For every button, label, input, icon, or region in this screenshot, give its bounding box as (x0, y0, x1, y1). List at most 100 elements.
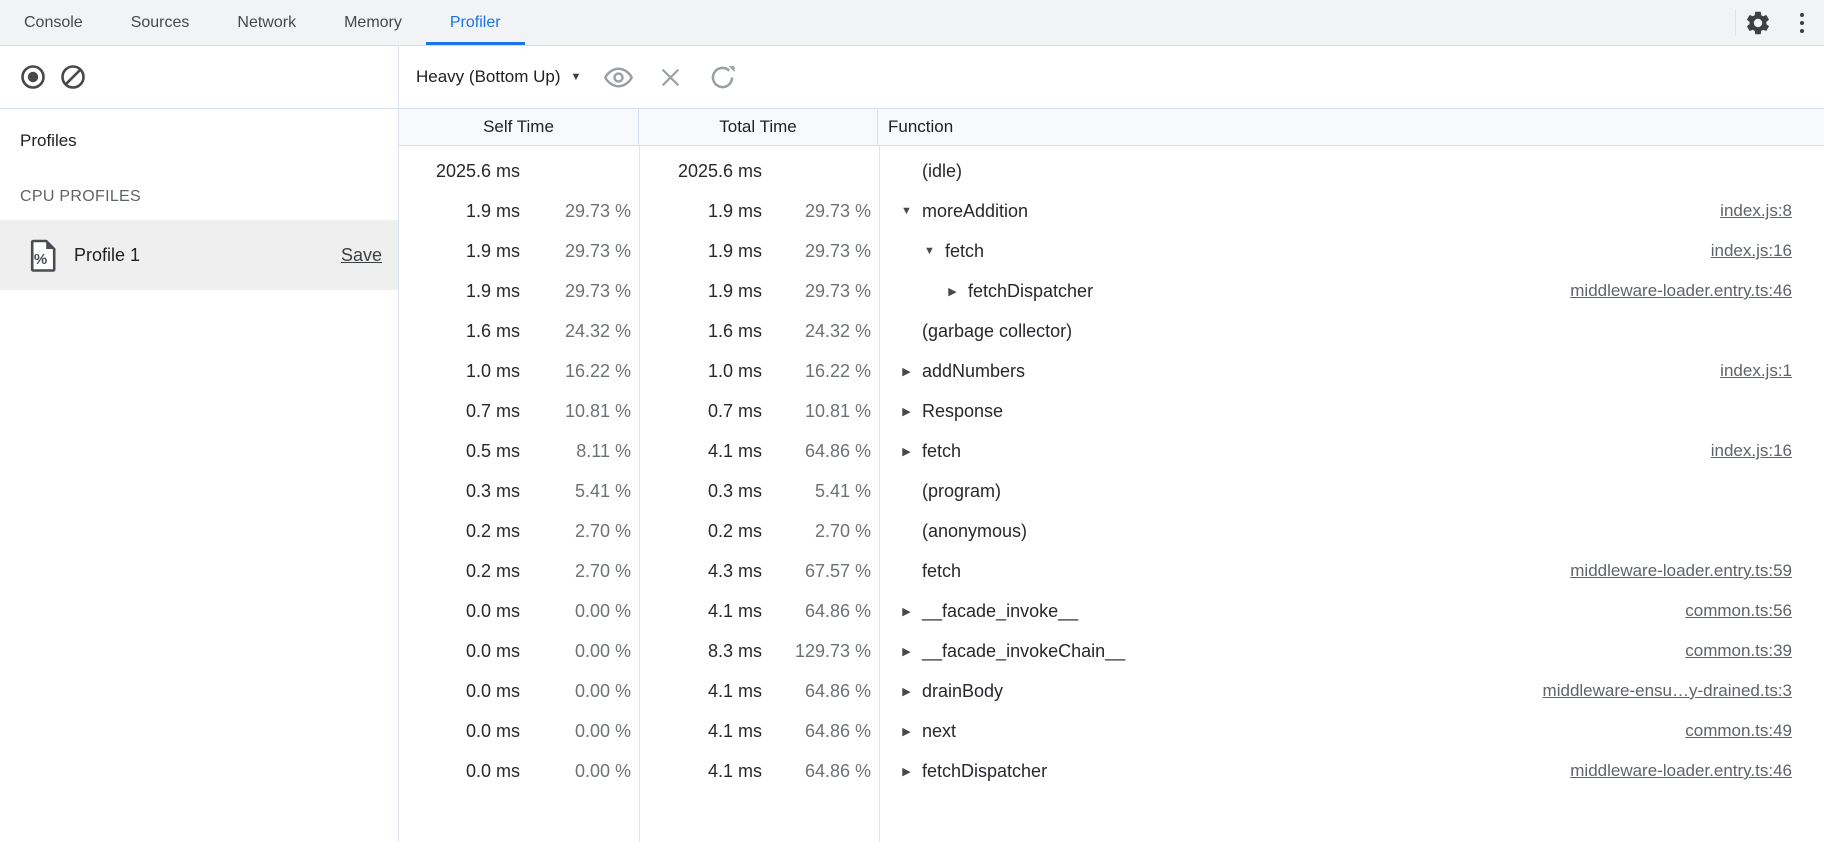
disclosure-triangle-icon[interactable]: ▶ (946, 285, 959, 298)
total-time-percent: 64.86 % (762, 721, 871, 742)
self-time-cell: 2025.6 ms (399, 161, 640, 182)
tab-profiler[interactable]: Profiler (426, 0, 525, 45)
function-cell: ▶ next (880, 721, 1824, 742)
profile-view-select[interactable]: Heavy (Bottom Up) ▼ (416, 67, 581, 87)
total-time-percent: 64.86 % (762, 761, 871, 782)
tab-console[interactable]: Console (0, 0, 107, 45)
total-time-percent: 5.41 % (762, 481, 871, 502)
self-time-percent: 16.22 % (520, 361, 631, 382)
function-cell: ▶ __facade_invokeChain__ (880, 641, 1824, 662)
function-name: fetchDispatcher (922, 761, 1047, 782)
table-row[interactable]: 0.5 ms 8.11 % 4.1 ms 64.86 % ▶ fetch ind… (399, 431, 1824, 471)
table-row[interactable]: 2025.6 ms 2025.6 ms ▶ (idle) (399, 151, 1824, 191)
self-time-value: 2025.6 ms (399, 161, 520, 182)
self-time-value: 1.6 ms (399, 321, 520, 342)
self-time-cell: 0.0 ms 0.00 % (399, 641, 640, 662)
save-profile-link[interactable]: Save (341, 245, 382, 266)
record-button[interactable] (18, 62, 48, 92)
table-row[interactable]: 0.3 ms 5.41 % 0.3 ms 5.41 % ▶ (program) (399, 471, 1824, 511)
exclude-selected-button[interactable] (655, 62, 685, 92)
focus-selected-button[interactable] (603, 62, 633, 92)
table-row[interactable]: 0.2 ms 2.70 % 0.2 ms 2.70 % ▶ (anonymous… (399, 511, 1824, 551)
table-row[interactable]: 1.9 ms 29.73 % 1.9 ms 29.73 % ▼ fetch in… (399, 231, 1824, 271)
source-link[interactable]: middleware-loader.entry.ts:46 (1570, 281, 1792, 301)
table-row[interactable]: 0.7 ms 10.81 % 0.7 ms 10.81 % ▶ Response (399, 391, 1824, 431)
total-time-value: 4.1 ms (640, 441, 762, 462)
profiles-sidebar: Profiles CPU PROFILES % Profile 1 Save (0, 109, 399, 842)
column-header-function[interactable]: Function (878, 109, 1824, 145)
function-name: (garbage collector) (922, 321, 1072, 342)
self-time-percent: 24.32 % (520, 321, 631, 342)
tab-sources[interactable]: Sources (107, 0, 214, 45)
grid-header: Self Time Total Time Function (399, 109, 1824, 146)
table-row[interactable]: 0.0 ms 0.00 % 8.3 ms 129.73 % ▶ __facade… (399, 631, 1824, 671)
table-row[interactable]: 0.0 ms 0.00 % 4.1 ms 64.86 % ▶ next comm… (399, 711, 1824, 751)
total-time-percent: 16.22 % (762, 361, 871, 382)
function-name: fetch (922, 441, 961, 462)
sidebar-item-profile-1[interactable]: % Profile 1 Save (0, 220, 398, 290)
total-time-value: 4.1 ms (640, 721, 762, 742)
function-name: __facade_invoke__ (922, 601, 1078, 622)
kebab-menu-icon (1800, 13, 1804, 33)
source-link[interactable]: middleware-loader.entry.ts:59 (1570, 561, 1792, 581)
source-link[interactable]: common.ts:56 (1685, 601, 1792, 621)
column-header-total-time[interactable]: Total Time (639, 109, 878, 145)
self-time-cell: 0.0 ms 0.00 % (399, 721, 640, 742)
disclosure-triangle-icon[interactable]: ▶ (900, 445, 913, 458)
function-name: next (922, 721, 956, 742)
total-time-percent: 67.57 % (762, 561, 871, 582)
source-link[interactable]: middleware-ensu…y-drained.ts:3 (1543, 681, 1792, 701)
disclosure-triangle-icon[interactable]: ▶ (900, 405, 913, 418)
tab-memory[interactable]: Memory (320, 0, 426, 45)
function-name: (anonymous) (922, 521, 1027, 542)
restore-all-button[interactable] (707, 62, 737, 92)
source-link[interactable]: common.ts:49 (1685, 721, 1792, 741)
disclosure-triangle-icon[interactable]: ▶ (900, 725, 913, 738)
table-row[interactable]: 1.0 ms 16.22 % 1.0 ms 16.22 % ▶ addNumbe… (399, 351, 1824, 391)
table-row[interactable]: 0.0 ms 0.00 % 4.1 ms 64.86 % ▶ fetchDisp… (399, 751, 1824, 791)
disclosure-triangle-icon[interactable]: ▼ (923, 245, 936, 257)
source-link[interactable]: index.js:1 (1720, 361, 1792, 381)
function-name: __facade_invokeChain__ (922, 641, 1125, 662)
disclosure-triangle-icon[interactable]: ▶ (900, 685, 913, 698)
disclosure-triangle-icon[interactable]: ▼ (900, 205, 913, 217)
settings-button[interactable] (1736, 0, 1780, 45)
source-link[interactable]: index.js:16 (1711, 241, 1792, 261)
table-row[interactable]: 1.9 ms 29.73 % 1.9 ms 29.73 % ▶ fetchDis… (399, 271, 1824, 311)
self-time-value: 0.5 ms (399, 441, 520, 462)
cpu-profiles-section-label: CPU PROFILES (20, 187, 398, 207)
table-row[interactable]: 0.0 ms 0.00 % 4.1 ms 64.86 % ▶ __facade_… (399, 591, 1824, 631)
function-cell: ▶ fetch (880, 441, 1824, 462)
disclosure-triangle-icon[interactable]: ▶ (900, 645, 913, 658)
profile-data-grid: Self Time Total Time Function 2025.6 ms … (399, 109, 1824, 842)
disclosure-triangle-icon[interactable]: ▶ (900, 365, 913, 378)
clear-button[interactable] (58, 62, 88, 92)
refresh-icon (708, 63, 737, 92)
self-time-cell: 0.2 ms 2.70 % (399, 561, 640, 582)
table-row[interactable]: 1.9 ms 29.73 % 1.9 ms 29.73 % ▼ moreAddi… (399, 191, 1824, 231)
more-options-button[interactable] (1780, 0, 1824, 45)
tab-network[interactable]: Network (213, 0, 320, 45)
total-time-value: 0.3 ms (640, 481, 762, 502)
self-time-value: 1.9 ms (399, 201, 520, 222)
disclosure-triangle-icon[interactable]: ▶ (900, 605, 913, 618)
total-time-percent: 64.86 % (762, 601, 871, 622)
total-time-percent: 64.86 % (762, 441, 871, 462)
gear-icon (1744, 9, 1772, 37)
source-link[interactable]: index.js:8 (1720, 201, 1792, 221)
self-time-cell: 1.9 ms 29.73 % (399, 241, 640, 262)
table-row[interactable]: 0.0 ms 0.00 % 4.1 ms 64.86 % ▶ drainBody… (399, 671, 1824, 711)
total-time-cell: 0.7 ms 10.81 % (640, 401, 880, 422)
self-time-cell: 0.2 ms 2.70 % (399, 521, 640, 542)
source-link[interactable]: middleware-loader.entry.ts:46 (1570, 761, 1792, 781)
source-link[interactable]: index.js:16 (1711, 441, 1792, 461)
self-time-value: 0.2 ms (399, 561, 520, 582)
table-row[interactable]: 0.2 ms 2.70 % 4.3 ms 67.57 % ▶ fetch mid… (399, 551, 1824, 591)
column-header-self-time[interactable]: Self Time (399, 109, 639, 145)
self-time-value: 0.2 ms (399, 521, 520, 542)
table-row[interactable]: 1.6 ms 24.32 % 1.6 ms 24.32 % ▶ (garbage… (399, 311, 1824, 351)
record-icon (19, 63, 47, 91)
source-link[interactable]: common.ts:39 (1685, 641, 1792, 661)
self-time-value: 0.3 ms (399, 481, 520, 502)
disclosure-triangle-icon[interactable]: ▶ (900, 765, 913, 778)
